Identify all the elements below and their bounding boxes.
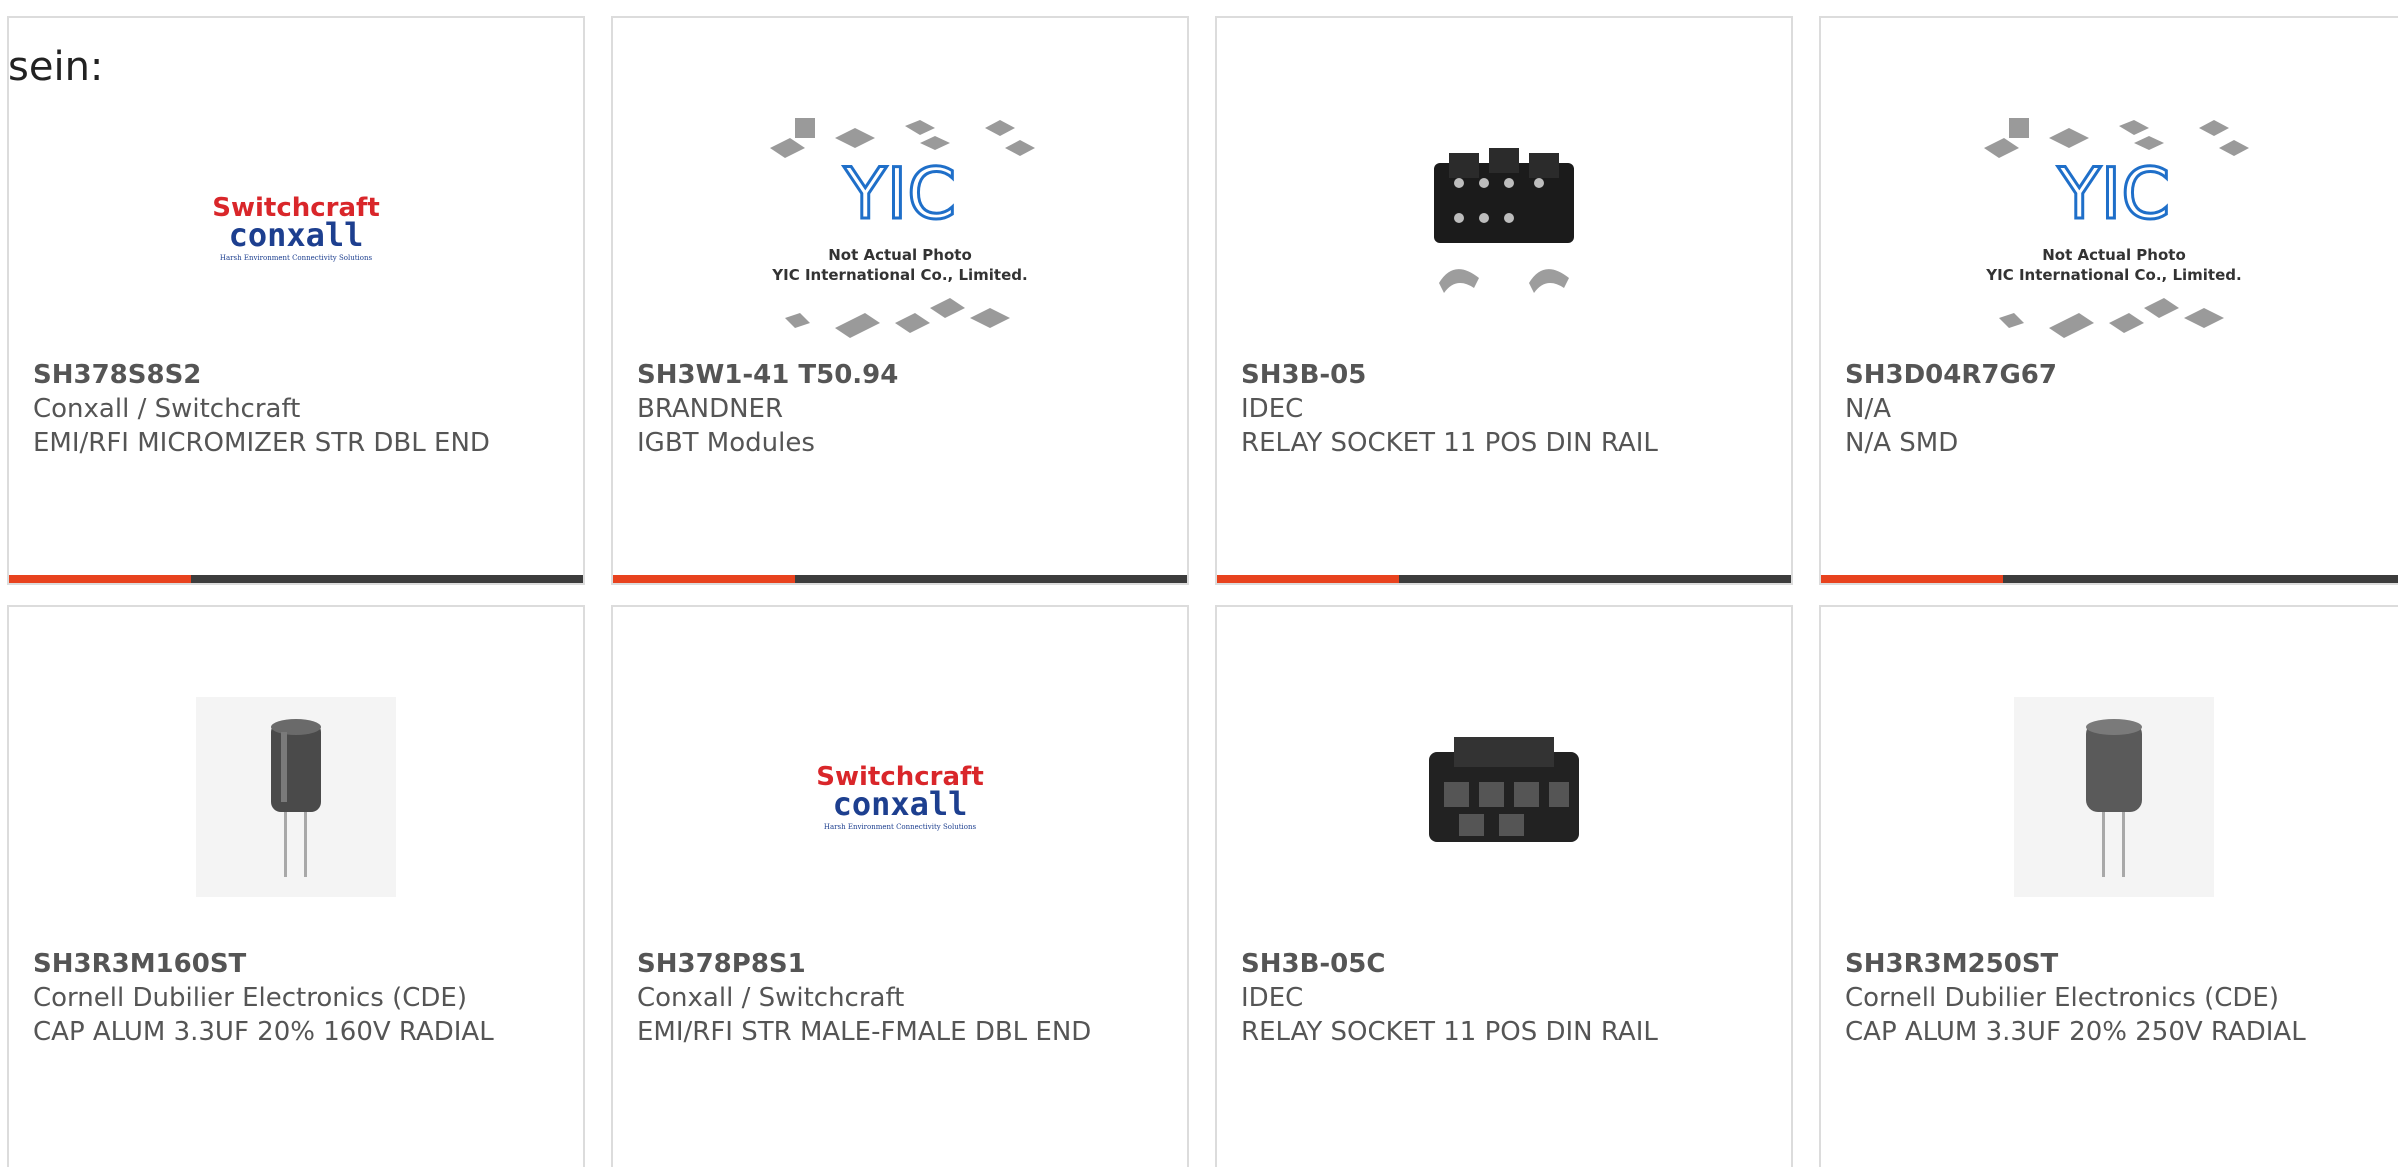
switchcraft-conxall-logo: Switchcraft conxall Harsh Environment Co… — [816, 762, 984, 831]
product-grid-page: sein: Switchcraft conxall Harsh Environm… — [0, 0, 2398, 1167]
product-info: SH378S8S2 Conxall / Switchcraft EMI/RFI … — [33, 358, 559, 460]
card-accent-bar — [1821, 575, 2003, 583]
switchcraft-conxall-logo: Switchcraft conxall Harsh Environment Co… — [212, 193, 380, 262]
product-description: IGBT Modules — [637, 428, 815, 458]
product-description: RELAY SOCKET 11 POS DIN RAIL — [1241, 428, 1658, 458]
card-accent-bar — [613, 575, 795, 583]
relay-socket-image — [1434, 148, 1574, 293]
product-card[interactable]: SH3R3M250ST Cornell Dubilier Electronics… — [1819, 605, 2398, 1167]
product-image[interactable]: YIC Not Actual Photo YIC International C… — [613, 98, 1187, 358]
product-description: CAP ALUM 3.3UF 20% 160V RADIAL — [33, 1017, 494, 1047]
svg-text:Not Actual Photo: Not Actual Photo — [2042, 246, 2186, 264]
manufacturer: Cornell Dubilier Electronics (CDE) — [1845, 983, 2279, 1013]
svg-text:Not Actual Photo: Not Actual Photo — [828, 246, 972, 264]
capacitor-image — [196, 697, 396, 897]
card-bottom-bar — [1217, 575, 1791, 583]
product-card[interactable]: SH3B-05C IDEC RELAY SOCKET 11 POS DIN RA… — [1215, 605, 1793, 1167]
manufacturer: BRANDNER — [637, 394, 784, 424]
svg-text:conxall: conxall — [833, 785, 968, 823]
product-card[interactable]: SH3R3M160ST Cornell Dubilier Electronics… — [7, 605, 585, 1167]
manufacturer: Conxall / Switchcraft — [33, 394, 301, 424]
product-image[interactable] — [9, 667, 583, 927]
part-number[interactable]: SH378P8S1 — [637, 947, 1163, 981]
product-image[interactable]: Switchcraft conxall Harsh Environment Co… — [613, 667, 1187, 927]
product-card[interactable]: Switchcraft conxall Harsh Environment Co… — [7, 16, 585, 585]
product-description: N/A SMD — [1845, 428, 1959, 458]
manufacturer: Conxall / Switchcraft — [637, 983, 905, 1013]
product-description: EMI/RFI STR MALE-FMALE DBL END — [637, 1017, 1092, 1047]
part-number[interactable]: SH3B-05 — [1241, 358, 1767, 392]
part-number[interactable]: SH378S8S2 — [33, 358, 559, 392]
svg-text:Harsh Environment Connectivity: Harsh Environment Connectivity Solutions — [220, 254, 373, 262]
product-image[interactable] — [1217, 667, 1791, 927]
product-info: SH3R3M250ST Cornell Dubilier Electronics… — [1845, 947, 2383, 1049]
product-info: SH3B-05C IDEC RELAY SOCKET 11 POS DIN RA… — [1241, 947, 1767, 1049]
card-bottom-bar — [9, 575, 583, 583]
product-info: SH3W1-41 T50.94 BRANDNER IGBT Modules — [637, 358, 1163, 460]
product-card[interactable]: YIC Not Actual Photo YIC International C… — [1819, 16, 2398, 585]
product-info: SH3B-05 IDEC RELAY SOCKET 11 POS DIN RAI… — [1241, 358, 1767, 460]
product-card[interactable]: SH3B-05 IDEC RELAY SOCKET 11 POS DIN RAI… — [1215, 16, 1793, 585]
card-accent-bar — [1217, 575, 1399, 583]
intro-text: sein: — [8, 44, 104, 90]
manufacturer: Cornell Dubilier Electronics (CDE) — [33, 983, 467, 1013]
card-accent-bar — [9, 575, 191, 583]
svg-text:YIC International Co., Limited: YIC International Co., Limited. — [771, 266, 1027, 284]
card-bottom-bar — [613, 575, 1187, 583]
svg-text:Harsh Environment Connectivity: Harsh Environment Connectivity Solutions — [824, 823, 977, 831]
manufacturer: N/A — [1845, 394, 1891, 424]
part-number[interactable]: SH3B-05C — [1241, 947, 1767, 981]
product-info: SH3R3M160ST Cornell Dubilier Electronics… — [33, 947, 559, 1049]
card-bottom-bar — [1821, 575, 2398, 583]
part-number[interactable]: SH3W1-41 T50.94 — [637, 358, 1163, 392]
yic-placeholder-image: YIC Not Actual Photo YIC International C… — [1984, 118, 2249, 338]
product-image[interactable] — [1217, 98, 1791, 358]
part-number[interactable]: SH3R3M160ST — [33, 947, 559, 981]
product-card[interactable]: Switchcraft conxall Harsh Environment Co… — [611, 605, 1189, 1167]
capacitor-image — [2014, 697, 2214, 897]
svg-text:YIC: YIC — [2057, 153, 2170, 235]
product-description: RELAY SOCKET 11 POS DIN RAIL — [1241, 1017, 1658, 1047]
svg-text:YIC: YIC — [843, 153, 956, 235]
product-description: EMI/RFI MICROMIZER STR DBL END — [33, 428, 490, 458]
manufacturer: IDEC — [1241, 394, 1304, 424]
product-image[interactable] — [1821, 667, 2398, 927]
product-card[interactable]: YIC Not Actual Photo YIC International C… — [611, 16, 1189, 585]
product-image[interactable]: YIC Not Actual Photo YIC International C… — [1821, 98, 2398, 358]
yic-placeholder-image: YIC Not Actual Photo YIC International C… — [770, 118, 1035, 338]
part-number[interactable]: SH3R3M250ST — [1845, 947, 2383, 981]
product-description: CAP ALUM 3.3UF 20% 250V RADIAL — [1845, 1017, 2306, 1047]
product-info: SH378P8S1 Conxall / Switchcraft EMI/RFI … — [637, 947, 1163, 1049]
product-info: SH3D04R7G67 N/A N/A SMD — [1845, 358, 2383, 460]
part-number[interactable]: SH3D04R7G67 — [1845, 358, 2383, 392]
relay-socket-image — [1429, 737, 1579, 842]
product-image[interactable]: Switchcraft conxall Harsh Environment Co… — [9, 98, 583, 358]
manufacturer: IDEC — [1241, 983, 1304, 1013]
svg-text:conxall: conxall — [229, 216, 364, 254]
svg-text:YIC International Co., Limited: YIC International Co., Limited. — [1985, 266, 2241, 284]
